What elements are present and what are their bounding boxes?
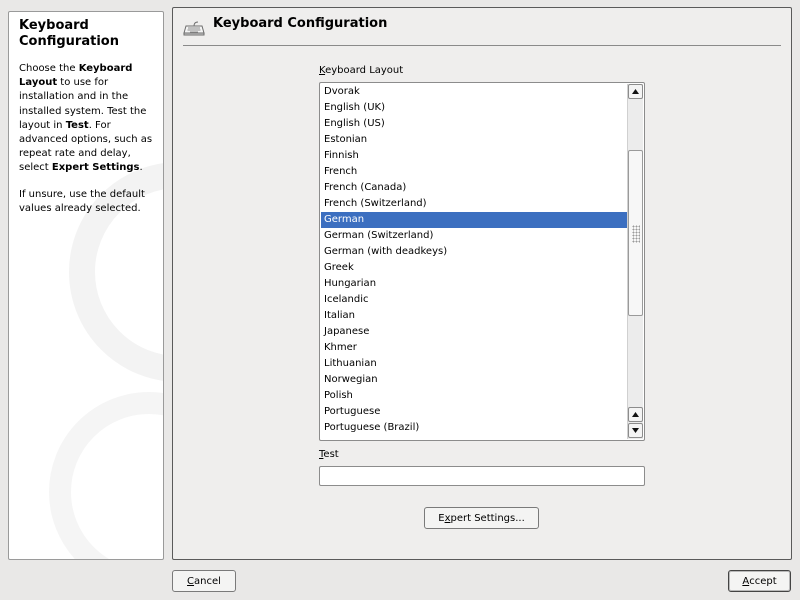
list-item[interactable]: Italian [321,308,627,324]
label-text: eyboard Layout [325,65,404,76]
list-item[interactable]: English (UK) [321,100,627,116]
list-scrollbar[interactable] [627,84,643,439]
scroll-down-button[interactable] [628,423,643,438]
list-item[interactable]: Portuguese (Brazil) [321,420,627,436]
list-item[interactable]: Dvorak [321,84,627,100]
help-paragraph-1: Choose the Keyboard Layout to use for in… [19,62,159,176]
help-panel: Keyboard Configuration Choose the Keyboa… [8,11,164,560]
keyboard-layout-label: Keyboard Layout [319,65,403,76]
arrow-up-icon [632,412,639,417]
list-item[interactable]: Khmer [321,340,627,356]
help-text-bold: Test [65,119,89,131]
keyboard-icon [183,21,205,36]
button-text: ccept [749,575,777,587]
list-item[interactable]: Hungarian [321,276,627,292]
button-text: ancel [194,575,221,587]
button-mnemonic: A [742,575,750,587]
list-item[interactable]: Lithuanian [321,356,627,372]
list-item[interactable]: Norwegian [321,372,627,388]
keyboard-layout-list[interactable]: Dvorak English (UK) English (US) Estonian Fi… [319,82,645,441]
main-panel: Keyboard Configuration Keyboard Layout D… [172,7,792,560]
list-item[interactable]: English (US) [321,116,627,132]
expert-settings-button[interactable]: Ex pert Settings... [424,507,539,529]
list-item[interactable]: Finnish [321,148,627,164]
list-item[interactable]: French [321,164,627,180]
list-item[interactable]: German (Switzerland) [321,228,627,244]
page-title: Keyboard Configuration [213,16,388,31]
label-text: est [323,449,339,460]
help-text-bold: Expert Settings [51,162,140,174]
list-item[interactable]: French (Canada) [321,180,627,196]
help-text-span: . [139,162,143,174]
logo-watermark-lower [49,392,163,559]
list-item[interactable]: Japanese [321,324,627,340]
button-text: pert Settings... [450,512,525,524]
help-text-span: Choose the [19,63,79,74]
header-divider [183,45,781,46]
grip-icon [632,225,640,243]
help-title: Keyboard Configuration [19,18,119,49]
list-item[interactable]: Polish [321,388,627,404]
test-input[interactable] [319,466,645,486]
list-item[interactable]: Icelandic [321,292,627,308]
list-item[interactable]: German (with deadkeys) [321,244,627,260]
list-item[interactable]: Portuguese [321,404,627,420]
cancel-button[interactable]: Cancel [172,570,236,592]
list-item[interactable]: Greek [321,260,627,276]
scroll-thumb[interactable] [628,150,643,316]
help-paragraph-2: If unsure, use the default values alread… [19,188,145,214]
scroll-up-button[interactable] [628,84,643,99]
list-item[interactable]: Estonian [321,132,627,148]
list-item[interactable]: German [321,212,627,228]
arrow-down-icon [632,428,639,433]
list-item[interactable]: French (Switzerland) [321,196,627,212]
arrow-up-icon [632,89,639,94]
scroll-up-button-lower[interactable] [628,407,643,422]
button-mnemonic: C [187,575,195,587]
accept-button[interactable]: Accept [728,570,791,592]
help-text: Choose the Keyboard Layout to use for in… [19,62,159,216]
test-label: Test [319,449,339,460]
list-items: Dvorak English (UK) English (US) Estonian Fi… [321,84,627,436]
